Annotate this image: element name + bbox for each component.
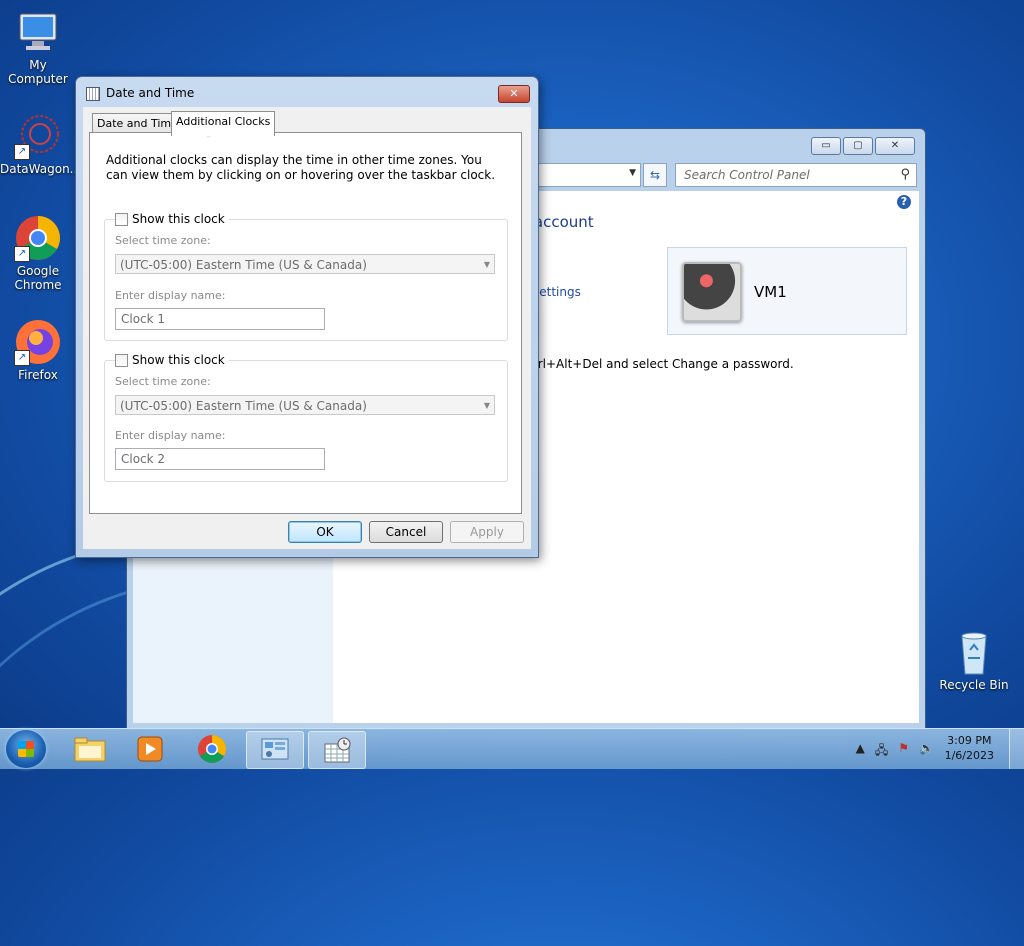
window-caption-buttons: ▭ ▢ ✕ (811, 137, 915, 155)
minimize-button[interactable]: ▭ (811, 137, 841, 155)
chrome-icon: ↗ (14, 214, 62, 262)
maximize-button[interactable]: ▢ (843, 137, 873, 155)
taskbar-control-panel-icon[interactable] (246, 731, 304, 769)
chevron-down-icon: ▼ (483, 260, 490, 269)
volume-icon[interactable]: 🔈 (919, 741, 934, 762)
desktop-icon-my-computer[interactable]: My Computer (0, 8, 76, 86)
recycle-bin-icon (950, 628, 998, 676)
taskbar-date-time-icon[interactable] (308, 731, 366, 769)
refresh-icon[interactable]: ⇆ (643, 163, 667, 187)
desktop-icon-firefox[interactable]: ↗ Firefox (0, 318, 76, 382)
timezone-1-label: Select time zone: (115, 234, 211, 247)
chevron-down-icon: ▼ (483, 401, 490, 410)
user-account-tile: VM1 (667, 247, 907, 335)
additional-clocks-panel: Additional clocks can display the time i… (89, 132, 522, 514)
show-clock-2-checkbox[interactable] (115, 353, 128, 367)
desktop-icon-label: Recycle Bin (939, 678, 1009, 692)
desktop-icon-label: Firefox (18, 368, 58, 382)
clock-group-2: Show this clock Select time zone: (UTC-0… (104, 353, 508, 482)
help-icon[interactable]: ? (897, 195, 911, 209)
date-time-icon (86, 87, 100, 101)
chevron-down-icon[interactable]: ▼ (629, 168, 636, 178)
display-name-2-field: Clock 2 (115, 448, 325, 470)
display-name-1-field: Clock 1 (115, 308, 325, 330)
clock-date: 1/6/2023 (944, 749, 994, 762)
desktop-icon-label: Google Chrome (14, 264, 62, 292)
start-button[interactable] (6, 730, 46, 768)
settings-link[interactable]: settings (533, 285, 581, 299)
desktop-icon-label: DataWagon... (0, 162, 82, 176)
taskbar-folder-icon[interactable] (62, 731, 118, 767)
show-hidden-icons-icon[interactable]: ▲ (856, 741, 865, 762)
clock-group-1: Show this clock Select time zone: (UTC-0… (104, 212, 508, 341)
show-clock-1-row[interactable]: Show this clock (115, 212, 229, 226)
timezone-2-select: (UTC-05:00) Eastern Time (US & Canada) ▼ (115, 395, 495, 415)
clock-time: 3:09 PM (947, 734, 992, 747)
taskbar-chrome-icon[interactable] (184, 731, 240, 767)
tab-additional-clocks[interactable]: Additional Clocks (171, 111, 276, 136)
taskbar-media-player-icon[interactable] (122, 731, 178, 767)
shortcut-arrow-icon: ↗ (14, 144, 30, 160)
timezone-2-value: (UTC-05:00) Eastern Time (US & Canada) (120, 399, 367, 413)
desktop-icon-google-chrome[interactable]: ↗ Google Chrome (0, 214, 76, 292)
desktop-icon-label: My Computer (8, 58, 68, 86)
network-icon[interactable]: 🖧 (875, 741, 888, 762)
search-input[interactable]: Search Control Panel ⚲ (675, 163, 917, 187)
user-name: VM1 (754, 283, 787, 301)
taskbar-clock[interactable]: 3:09 PM 1/6/2023 (945, 733, 994, 763)
ok-button[interactable]: OK (288, 521, 362, 543)
show-clock-1-label: Show this clock (132, 212, 225, 226)
firefox-icon: ↗ (14, 318, 62, 366)
desktop-icon-recycle-bin[interactable]: Recycle Bin (936, 628, 1012, 692)
timezone-1-value: (UTC-05:00) Eastern Time (US & Canada) (120, 258, 367, 272)
display-name-1-label: Enter display name: (115, 289, 226, 302)
password-note: trl+Alt+Del and select Change a password… (533, 357, 794, 371)
show-clock-1-checkbox[interactable] (115, 212, 128, 226)
dialog-close-button[interactable]: ✕ (498, 85, 530, 103)
computer-icon (14, 8, 62, 56)
apply-button: Apply (450, 521, 524, 543)
timezone-2-label: Select time zone: (115, 375, 211, 388)
dialog-body: Date and Time Additional Clocks Addition… (83, 107, 531, 549)
cancel-button[interactable]: Cancel (369, 521, 443, 543)
dialog-title: Date and Time (106, 86, 195, 100)
desktop-icon-datawagon[interactable]: ↗ DataWagon... (0, 112, 82, 176)
taskbar: ▲ 🖧 ⚑ 🔈 3:09 PM 1/6/2023 (0, 728, 1024, 769)
show-desktop-button[interactable] (1009, 729, 1024, 769)
display-name-2-label: Enter display name: (115, 429, 226, 442)
timezone-1-select: (UTC-05:00) Eastern Time (US & Canada) ▼ (115, 254, 495, 274)
close-button[interactable]: ✕ (875, 137, 915, 155)
action-center-flag-icon[interactable]: ⚑ (898, 741, 909, 762)
avatar[interactable] (682, 262, 742, 322)
show-clock-2-label: Show this clock (132, 353, 225, 367)
system-tray: ▲ 🖧 ⚑ 🔈 (856, 741, 934, 762)
tab-date-and-time[interactable]: Date and Time (92, 113, 183, 134)
shortcut-arrow-icon: ↗ (14, 246, 30, 262)
date-time-dialog: Date and Time ✕ Date and Time Additional… (75, 76, 539, 558)
search-icon[interactable]: ⚲ (900, 167, 910, 182)
show-clock-2-row[interactable]: Show this clock (115, 353, 229, 367)
panel-description: Additional clocks can display the time i… (106, 153, 496, 182)
datawagon-icon: ↗ (14, 112, 62, 160)
shortcut-arrow-icon: ↗ (14, 350, 30, 366)
search-placeholder: Search Control Panel (684, 168, 810, 182)
